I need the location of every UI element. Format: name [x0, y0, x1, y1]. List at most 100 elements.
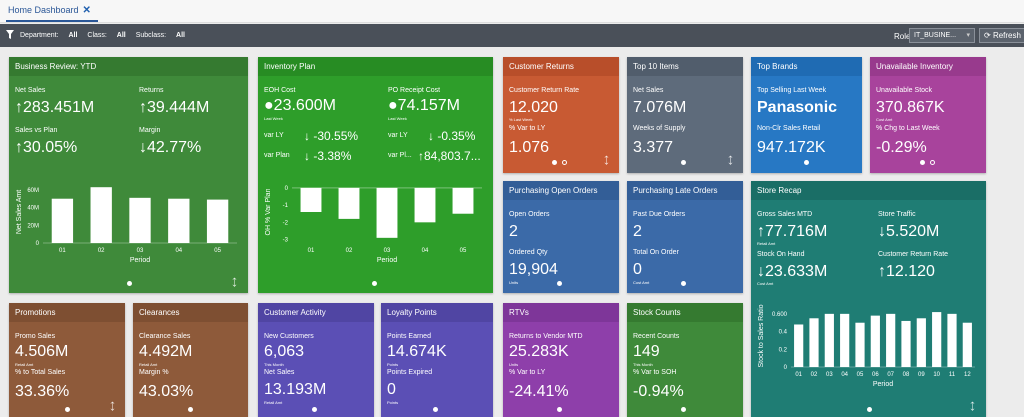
expand-icon[interactable]: ⤢ — [228, 276, 241, 289]
page-indicator-dot[interactable] — [930, 160, 935, 165]
customer-return-rate-value: ↑12.120 — [878, 263, 935, 280]
refresh-button[interactable]: ⟳ Refresh — [979, 28, 1024, 43]
purchasing-open-orders-tile[interactable]: Purchasing Open Orders Open Orders 2 Ord… — [503, 181, 619, 293]
x-axis-label: Period — [130, 257, 150, 264]
expand-icon[interactable]: ⤢ — [966, 400, 979, 413]
tile-title: RTVs — [503, 303, 619, 322]
bar — [206, 199, 229, 243]
expand-icon[interactable]: ⤢ — [600, 154, 613, 167]
pct-total-sales-value: 33.36% — [15, 383, 70, 400]
net-sales-value: ↑283.451M — [15, 99, 95, 116]
promo-sales-value: 4.506M — [15, 343, 69, 360]
bar — [414, 187, 436, 223]
top-10-items-tile[interactable]: Top 10 Items Net Sales 7.076M Weeks of S… — [627, 57, 743, 173]
clearances-tile[interactable]: Clearances Clearance Sales 4.492M Retail… — [133, 303, 248, 417]
po-sub: Last Week — [388, 116, 407, 121]
close-tab-icon[interactable]: ✕ — [83, 5, 91, 16]
page-indicator-dot[interactable] — [552, 160, 557, 165]
store-traffic-value: ↓5.520M — [878, 223, 940, 240]
var-soh-value: -0.94% — [633, 383, 684, 400]
margin-label: Margin — [139, 127, 161, 134]
net-sales-chart[interactable]: Net Sales Amt 0 20M 40M 60M 01 02 03 04 05 Period — [13, 175, 243, 267]
x-tick-label: 01 — [59, 248, 66, 254]
page-indicator-dot[interactable] — [65, 407, 70, 412]
x-tick-label: 04 — [175, 248, 182, 254]
page-indicator-dot[interactable] — [562, 160, 567, 165]
loyalty-points-tile[interactable]: Loyalty Points Points Earned 14.674K Poi… — [381, 303, 493, 417]
role-select[interactable]: IT_BUSINE... ▾ — [909, 28, 975, 43]
page-indicator-dot[interactable] — [681, 281, 686, 286]
top-brands-tile[interactable]: Top Brands Top Selling Last Week Panason… — [751, 57, 862, 173]
page-indicator-dot[interactable] — [681, 160, 686, 165]
top-selling-label: Top Selling Last Week — [757, 87, 827, 94]
x-axis-label: Period — [873, 381, 893, 388]
page-indicator-dot[interactable] — [433, 407, 438, 412]
tab-home-dashboard[interactable]: Home Dashboard ✕ — [8, 5, 91, 16]
filter-icon[interactable] — [6, 30, 14, 41]
tile-title: Unavailable Inventory — [870, 57, 986, 76]
role-label: Role — [894, 32, 911, 41]
non-clr-sales-label: Non-Clr Sales Retail — [757, 125, 821, 132]
business-review-tile[interactable]: Business Review: YTD Net Sales ↑283.451M… — [9, 57, 248, 293]
x-tick-label: 02 — [98, 248, 105, 254]
tile-title: Clearances — [133, 303, 248, 322]
net-sales-label: Net Sales — [633, 87, 664, 94]
page-indicator-dot[interactable] — [681, 407, 686, 412]
oh-var-plan-chart[interactable]: OH % Var Plan 0 -1 -2 -3 01 02 03 04 05 Period — [262, 175, 488, 267]
var-ly-label: var LY — [264, 132, 284, 139]
unavailable-stock-value: 370.867K — [876, 99, 945, 116]
y-axis-label: OH % Var Plan — [265, 188, 272, 235]
purchasing-late-orders-tile[interactable]: Purchasing Late Orders Past Due Orders 2… — [627, 181, 743, 293]
var-ly-label: % Var to LY — [509, 369, 546, 376]
y-axis-label: Net Sales Amt — [16, 190, 23, 234]
past-due-label: Past Due Orders — [633, 211, 686, 218]
promotions-tile[interactable]: Promotions Promo Sales 4.506M Retail Amt… — [9, 303, 125, 417]
x-tick-label: 01 — [795, 372, 802, 378]
open-orders-value: 2 — [509, 223, 518, 240]
inventory-plan-tile[interactable]: Inventory Plan EOH Cost ●23.600M Last We… — [258, 57, 493, 293]
page-indicator-dot[interactable] — [804, 160, 809, 165]
var-plan-po-label: var Pl... — [388, 152, 412, 159]
stock-counts-tile[interactable]: Stock Counts Recent Counts 149 This Mont… — [627, 303, 743, 417]
stock-on-hand-sub: Cost Amt — [757, 281, 774, 286]
page-indicator-dot[interactable] — [127, 281, 132, 286]
unavailable-inventory-tile[interactable]: Unavailable Inventory Unavailable Stock … — [870, 57, 986, 173]
bar — [870, 315, 880, 367]
page-indicator-dot[interactable] — [920, 160, 925, 165]
page-indicator-dot[interactable] — [312, 407, 317, 412]
bar — [300, 187, 322, 212]
stock-on-hand-value: ↓23.633M — [757, 263, 828, 280]
bar — [932, 312, 942, 367]
page-indicator-dot[interactable] — [867, 407, 872, 412]
points-expired-sub: Points — [387, 400, 399, 405]
y-tick-label: 0 — [285, 186, 289, 192]
store-recap-tile[interactable]: Store Recap Gross Sales MTD ↑77.716M Ret… — [751, 181, 986, 417]
returns-value: ↑39.444M — [139, 99, 210, 116]
tile-title: Stock Counts — [627, 303, 743, 322]
y-tick-label: 0 — [36, 241, 40, 247]
points-expired-value: 0 — [387, 381, 396, 398]
rtvs-tile[interactable]: RTVs Returns to Vendor MTD 25.283K Units… — [503, 303, 619, 417]
filter-summary[interactable]: Department: All Class: All Subclass: All — [20, 32, 193, 39]
page-indicator-dot[interactable] — [557, 407, 562, 412]
x-tick-label: 06 — [872, 372, 879, 378]
tile-title: Purchasing Late Orders — [627, 181, 743, 200]
net-sales-label: Net Sales — [264, 369, 295, 376]
page-indicator-dot[interactable] — [188, 407, 193, 412]
eoh-sub: Last Week — [264, 116, 283, 121]
filter-bar: Department: All Class: All Subclass: All… — [0, 24, 1024, 47]
y-axis-label: Stock to Sales Ratio — [758, 304, 765, 367]
rtv-mtd-label: Returns to Vendor MTD — [509, 333, 583, 340]
page-indicator-dot[interactable] — [557, 281, 562, 286]
stock-to-sales-chart[interactable]: Stock to Sales Ratio 0 0.2 0.4 0.600 01 02 03 04… — [755, 299, 981, 391]
expand-icon[interactable]: ⤢ — [106, 400, 119, 413]
x-tick-label: 05 — [460, 248, 467, 254]
recent-counts-label: Recent Counts — [633, 333, 680, 340]
customer-activity-tile[interactable]: Customer Activity New Customers 6,063 Th… — [258, 303, 374, 417]
gross-sales-label: Gross Sales MTD — [757, 211, 813, 218]
expand-icon[interactable]: ⤢ — [724, 154, 737, 167]
x-tick-label: 07 — [887, 372, 894, 378]
page-indicator-dot[interactable] — [372, 281, 377, 286]
margin-pct-value: 43.03% — [139, 383, 194, 400]
customer-returns-tile[interactable]: Customer Returns Customer Return Rate 12… — [503, 57, 619, 173]
